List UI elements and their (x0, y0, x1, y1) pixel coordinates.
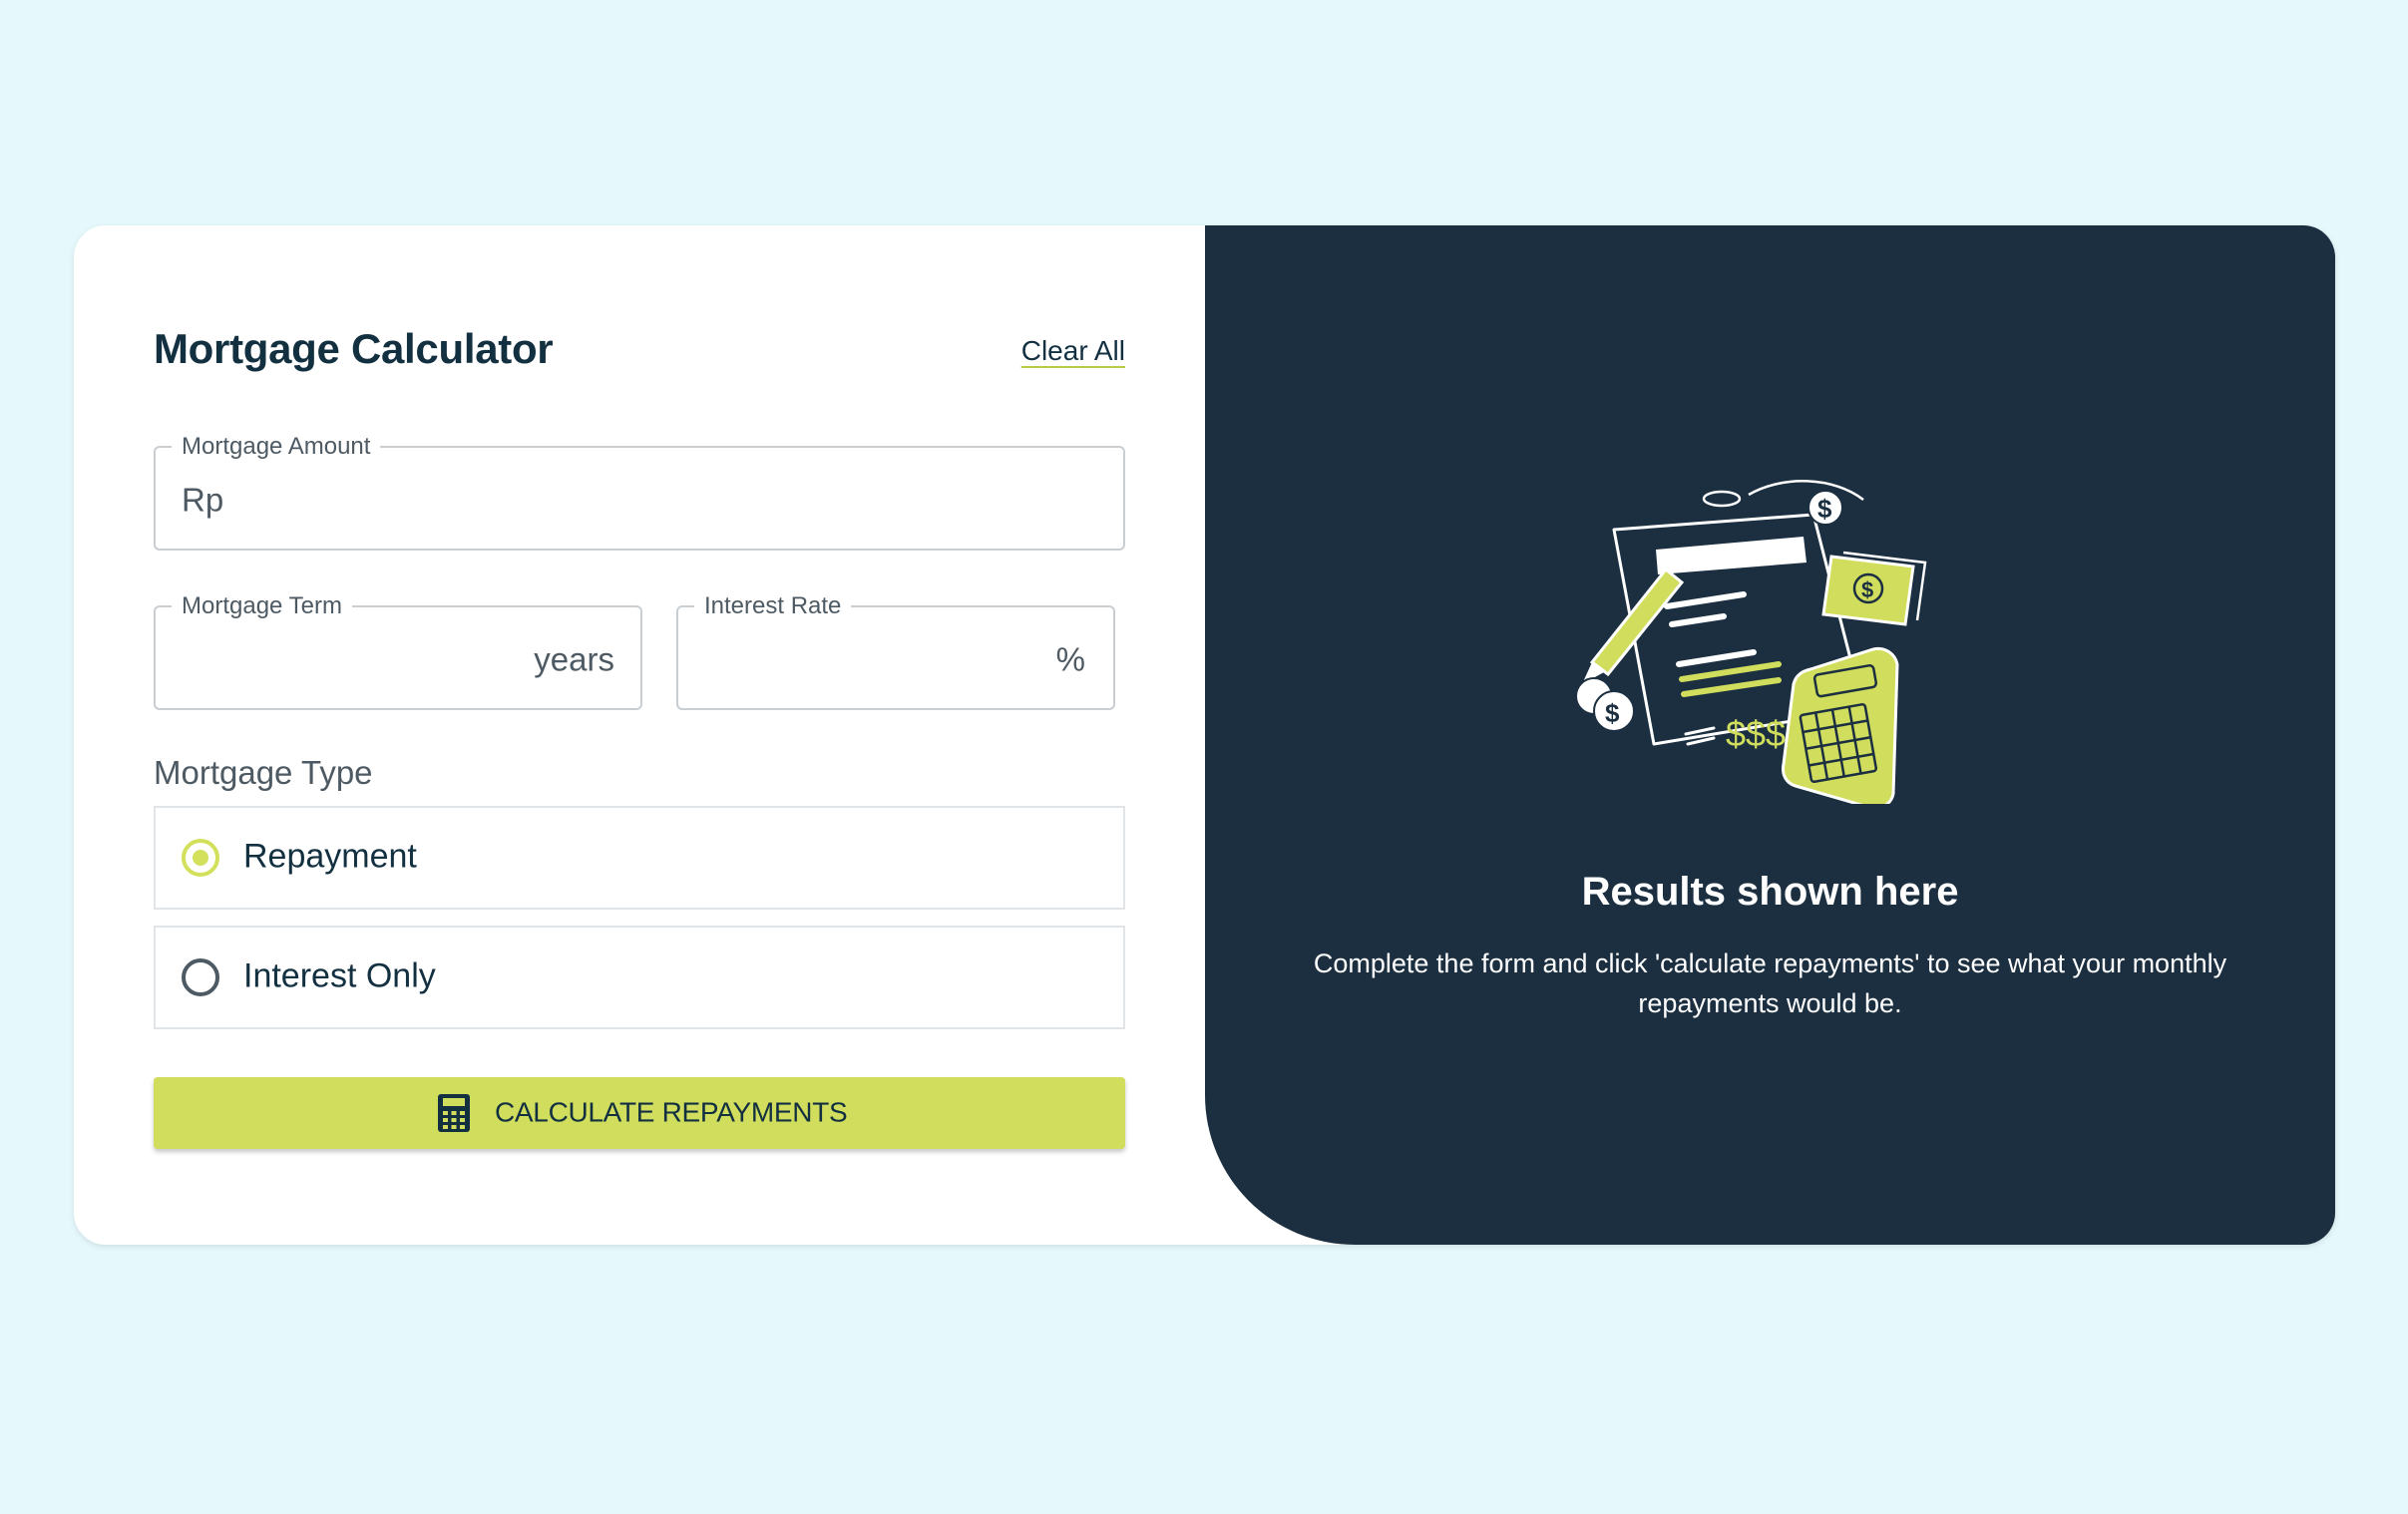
mortgage-term-label: Mortgage Term (182, 592, 342, 619)
interest-rate-field[interactable]: Interest Rate % (676, 592, 1115, 710)
results-title: Results shown here (1581, 870, 1959, 914)
radio-option-repayment[interactable]: Repayment (154, 806, 1125, 910)
calculate-repayments-button[interactable]: CALCULATE REPAYMENTS (154, 1077, 1125, 1149)
page-title: Mortgage Calculator (154, 325, 554, 372)
radio-selected-icon[interactable] (182, 839, 219, 877)
calculate-button-label: CALCULATE REPAYMENTS (495, 1096, 848, 1128)
results-panel: $$$ $ $ $ Results shown here Complete th… (1205, 225, 2335, 1245)
clear-all-link[interactable]: Clear All (1021, 335, 1125, 367)
calculator-icon (438, 1094, 470, 1132)
mortgage-term-field[interactable]: Mortgage Term years (154, 592, 642, 710)
calculator-form-panel: Mortgage Calculator Clear All Mortgage A… (154, 225, 1125, 1245)
svg-text:$: $ (1817, 494, 1832, 524)
empty-results-illustration: $$$ $ $ $ (1575, 480, 1927, 804)
percent-suffix: % (1055, 640, 1085, 678)
currency-prefix: Rp (182, 481, 224, 519)
mortgage-amount-field[interactable]: Mortgage Amount Rp (154, 433, 1125, 551)
radio-label-interest-only: Interest Only (243, 956, 436, 995)
results-description: Complete the form and click 'calculate r… (1313, 948, 2227, 1018)
interest-rate-label: Interest Rate (704, 592, 842, 619)
mortgage-type-label: Mortgage Type (154, 754, 373, 791)
mortgage-amount-label: Mortgage Amount (182, 433, 371, 460)
years-suffix: years (534, 640, 614, 678)
radio-unselected-icon[interactable] (182, 958, 219, 996)
mortgage-calculator-card: Mortgage Calculator Clear All Mortgage A… (74, 225, 2335, 1245)
radio-label-repayment: Repayment (243, 837, 417, 876)
radio-option-interest-only[interactable]: Interest Only (154, 926, 1125, 1029)
svg-text:$: $ (1861, 577, 1873, 602)
svg-text:$: $ (1605, 698, 1620, 728)
svg-text:$$$: $$$ (1726, 713, 1786, 754)
